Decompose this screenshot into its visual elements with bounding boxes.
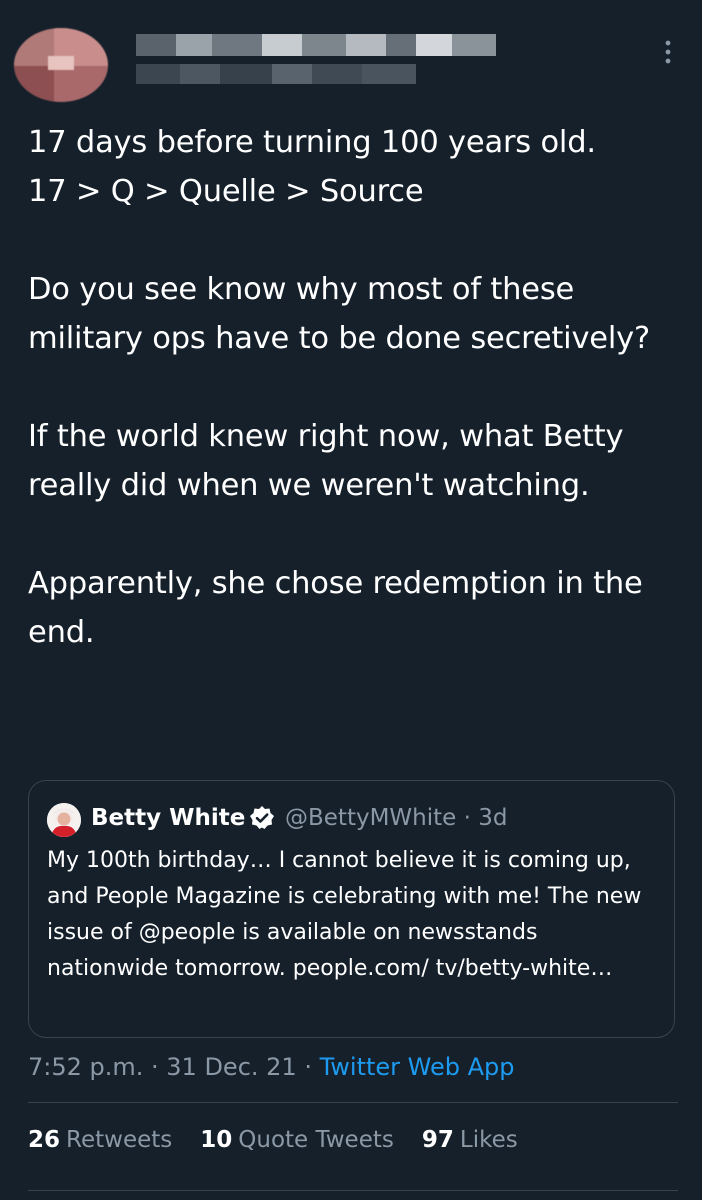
retweets-stat[interactable]: 26 Retweets xyxy=(28,1120,172,1160)
quoted-author-name[interactable]: Betty White xyxy=(91,801,245,835)
quote-tweets-count: 10 xyxy=(200,1127,233,1153)
likes-stat[interactable]: 97 Likes xyxy=(422,1120,518,1160)
divider xyxy=(28,1190,678,1191)
quote-tweets-stat[interactable]: 10 Quote Tweets xyxy=(200,1120,394,1160)
quoted-tweet-card[interactable]: Betty White @BettyMWhite · 3d My 100th b… xyxy=(28,780,675,1038)
quoted-author-avatar[interactable] xyxy=(47,803,81,837)
retweets-label: Retweets xyxy=(66,1127,173,1153)
quote-tweets-label: Quote Tweets xyxy=(238,1127,394,1153)
divider xyxy=(28,1102,678,1103)
tweet-header xyxy=(0,0,702,110)
tweet-meta: 7:52 p.m. · 31 Dec. 21 · Twitter Web App xyxy=(28,1047,514,1087)
verified-badge-icon xyxy=(249,805,275,831)
quoted-tweet-text: My 100th birthday… I cannot believe it i… xyxy=(47,848,642,981)
likes-label: Likes xyxy=(459,1127,518,1153)
tweet-body: 17 days before turning 100 years old. 17… xyxy=(28,125,650,650)
tweet-source-link[interactable]: Twitter Web App xyxy=(320,1053,515,1081)
author-name-redacted[interactable] xyxy=(136,34,496,56)
quoted-author-handle-time: @BettyMWhite · 3d xyxy=(285,805,508,831)
tweet-timestamp[interactable]: 7:52 p.m. · 31 Dec. 21 · xyxy=(28,1053,320,1081)
engagement-stats: 26 Retweets 10 Quote Tweets 97 Likes xyxy=(28,1120,546,1160)
likes-count: 97 xyxy=(421,1127,454,1153)
retweets-count: 26 xyxy=(28,1127,61,1153)
author-avatar-redacted[interactable] xyxy=(14,28,108,102)
more-vertical-icon[interactable] xyxy=(658,38,678,68)
author-handle-redacted xyxy=(136,64,416,84)
